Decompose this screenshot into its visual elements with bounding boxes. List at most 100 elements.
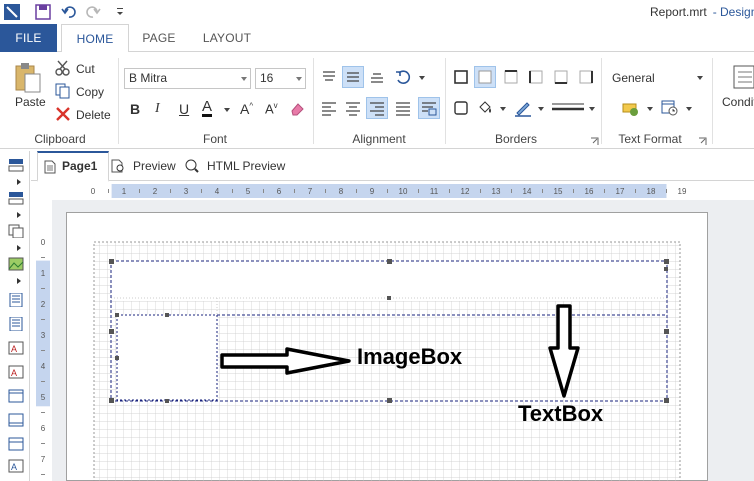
group-divider xyxy=(118,58,119,144)
copy-icon[interactable] xyxy=(54,82,72,100)
panel-tool-icon[interactable] xyxy=(8,389,24,403)
justify-icon[interactable] xyxy=(392,97,414,119)
tab-page1[interactable]: Page1 xyxy=(37,151,109,182)
bottom-border-icon[interactable] xyxy=(550,66,572,88)
conditions-button[interactable]: Conditi xyxy=(722,95,754,109)
paste-icon[interactable] xyxy=(12,60,44,94)
chevron-down-icon xyxy=(241,77,247,81)
font-color-dropdown[interactable] xyxy=(224,108,230,112)
report-title-tool-icon[interactable] xyxy=(8,316,24,332)
border-line-dropdown[interactable] xyxy=(589,107,595,111)
eraser-icon[interactable] xyxy=(289,101,305,117)
table-tool-icon[interactable] xyxy=(8,437,24,451)
group-divider xyxy=(601,58,602,144)
left-border-icon[interactable] xyxy=(525,66,547,88)
underline-button[interactable]: U xyxy=(179,101,189,117)
fill-color-dropdown[interactable] xyxy=(500,107,506,111)
band-tool-icon[interactable] xyxy=(8,158,24,172)
delete-icon[interactable] xyxy=(54,105,72,123)
grow-font-button[interactable]: A^ xyxy=(240,101,253,117)
save-icon[interactable] xyxy=(34,3,52,21)
html-preview-label: HTML Preview xyxy=(207,159,286,173)
chevron-right-icon[interactable] xyxy=(17,278,21,284)
no-border-icon[interactable] xyxy=(474,66,496,88)
align-right-icon[interactable] xyxy=(366,97,388,119)
currency-format-icon[interactable] xyxy=(620,97,642,119)
page-header-tool-icon[interactable] xyxy=(8,292,24,308)
title-bar: Report.mrt - Design xyxy=(0,0,754,24)
text-tool-icon[interactable]: A xyxy=(8,341,24,355)
right-border-icon[interactable] xyxy=(575,66,597,88)
tab-layout[interactable]: LAYOUT xyxy=(196,24,258,52)
label-tool-icon[interactable]: A xyxy=(8,459,24,473)
scissors-icon[interactable] xyxy=(54,59,72,77)
font-color-button[interactable]: A xyxy=(202,99,213,117)
rich-text-tool-icon[interactable]: A xyxy=(8,365,24,379)
fill-color-icon[interactable] xyxy=(474,97,496,119)
align-middle-icon[interactable] xyxy=(342,66,364,88)
tab-file[interactable]: FILE xyxy=(0,24,57,52)
border-color-icon[interactable] xyxy=(512,97,534,119)
chevron-right-icon[interactable] xyxy=(17,245,21,251)
tab-html-preview[interactable]: HTML Preview xyxy=(185,151,285,181)
ruler-tick-label: 2 xyxy=(153,187,158,196)
rotation-dropdown[interactable] xyxy=(419,76,425,80)
tab-page[interactable]: PAGE xyxy=(135,24,183,52)
group-divider xyxy=(712,58,713,144)
undo-icon[interactable] xyxy=(60,3,78,21)
border-style-icon[interactable] xyxy=(450,97,472,119)
cut-button[interactable]: Cut xyxy=(76,62,95,76)
date-format-icon[interactable] xyxy=(659,97,681,119)
components-tool-icon[interactable] xyxy=(8,224,24,239)
ruler-tick-label: 17 xyxy=(616,187,625,196)
align-top-icon[interactable] xyxy=(318,66,340,88)
currency-format-dropdown[interactable] xyxy=(647,107,653,111)
ruler-tick-label: 15 xyxy=(554,187,563,196)
text-format-dropdown[interactable] xyxy=(697,76,703,80)
align-left-icon[interactable] xyxy=(318,97,340,119)
container-tool-icon[interactable] xyxy=(8,413,24,427)
image-tool-icon[interactable] xyxy=(8,257,24,271)
ruler-tick-label: 0 xyxy=(41,238,46,247)
ruler-tick-label: 10 xyxy=(399,187,408,196)
imagebox-component[interactable] xyxy=(116,314,218,401)
ruler-tick-label: 2 xyxy=(41,300,46,309)
chevron-right-icon[interactable] xyxy=(17,179,21,185)
shrink-font-button[interactable]: Av xyxy=(265,101,278,116)
ruler-tick-label: 4 xyxy=(215,187,220,196)
app-icon xyxy=(4,4,20,20)
align-center-icon[interactable] xyxy=(342,97,364,119)
border-color-dropdown[interactable] xyxy=(538,107,544,111)
date-format-dropdown[interactable] xyxy=(686,107,692,111)
copy-button[interactable]: Copy xyxy=(76,85,104,99)
italic-button[interactable]: I xyxy=(155,101,160,117)
ruler-tick-label: 7 xyxy=(308,187,313,196)
svg-text:A: A xyxy=(11,368,17,378)
font-size-select[interactable]: 16 xyxy=(255,68,306,89)
redo-icon[interactable] xyxy=(84,3,102,21)
tab-preview[interactable]: Preview xyxy=(111,151,176,181)
tab-home[interactable]: HOME xyxy=(61,24,129,53)
font-size-value: 16 xyxy=(260,71,274,85)
bold-button[interactable]: B xyxy=(130,101,140,117)
page-icon xyxy=(44,160,56,174)
borders-dialog-launcher-icon[interactable] xyxy=(590,135,599,145)
text-format-select[interactable]: General xyxy=(612,71,655,85)
chevron-right-icon[interactable] xyxy=(17,212,21,218)
font-family-select[interactable]: B Mitra xyxy=(124,68,251,89)
conditions-icon[interactable] xyxy=(730,62,754,92)
border-line-style-icon[interactable] xyxy=(550,99,586,115)
text-format-dialog-launcher-icon[interactable] xyxy=(698,135,707,145)
word-wrap-icon[interactable] xyxy=(418,97,440,119)
designer-page-tabs: Page1 Preview HTML Preview xyxy=(31,151,754,182)
top-border-icon[interactable] xyxy=(500,66,522,88)
all-borders-icon[interactable] xyxy=(450,66,472,88)
text-rotation-icon[interactable] xyxy=(392,66,414,88)
ribbon-tab-strip: FILE HOME PAGE LAYOUT xyxy=(0,24,754,53)
delete-button[interactable]: Delete xyxy=(76,108,111,122)
quick-access-menu-icon[interactable] xyxy=(112,3,130,21)
group-divider xyxy=(313,58,314,144)
paste-button[interactable]: Paste xyxy=(15,95,46,109)
cross-band-tool-icon[interactable] xyxy=(8,191,24,205)
align-bottom-icon[interactable] xyxy=(366,66,388,88)
